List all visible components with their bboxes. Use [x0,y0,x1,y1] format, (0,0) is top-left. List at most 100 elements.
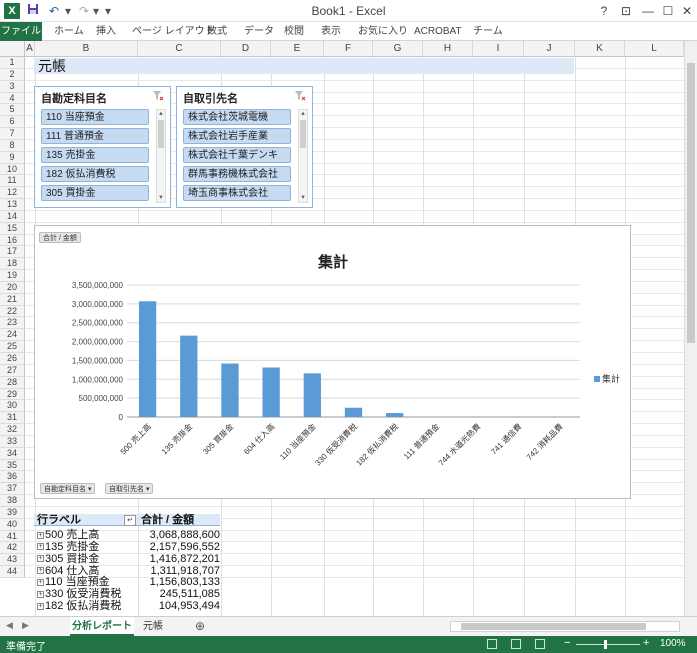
row-header[interactable]: 43 [0,554,25,567]
redo-icon[interactable]: ↷ [76,3,92,19]
row-header[interactable]: 44 [0,566,25,578]
scroll-thumb[interactable] [158,120,164,148]
row-header[interactable]: 11 [0,175,25,188]
ribbon-display-options-icon[interactable]: ⊡ [616,2,636,20]
prev-sheet-icon[interactable]: ◀ [6,620,13,631]
filter-field-button-account[interactable]: 自勘定科目名 ▾ [40,483,96,494]
row-header[interactable]: 34 [0,447,25,460]
scroll-up-icon[interactable]: ▲ [299,110,307,118]
pivot-row-label[interactable]: +110 当座預金 [37,576,110,588]
row-header[interactable]: 7 [0,128,25,140]
row-header[interactable]: 13 [0,199,25,211]
row-header[interactable]: 42 [0,542,25,555]
column-header[interactable]: A [25,41,35,57]
row-header[interactable]: 38 [0,495,25,507]
row-header[interactable]: 15 [0,222,25,235]
worksheet-grid[interactable]: A B C D E F G H I J K L 1 2 3 4 5 6 7 8 9 10 11 12 1… [0,41,684,616]
tab-acrobat[interactable]: ACROBAT [414,22,462,41]
row-header[interactable]: 39 [0,506,25,519]
slicer-item[interactable]: 株式会社茨城電機 [183,109,291,125]
vertical-scroll-thumb[interactable] [687,63,695,343]
expand-icon[interactable]: + [37,602,44,610]
slicer-item[interactable]: 株式会社岩手産業 [183,128,291,144]
slicer-item[interactable]: 埼玉商事株式会社 [183,185,291,201]
zoom-out-button[interactable]: − [564,637,570,649]
row-header[interactable]: 25 [0,341,25,353]
row-header[interactable]: 37 [0,483,25,496]
sheet-tab-analysis[interactable]: 分析レポート [70,617,134,636]
horizontal-scroll-thumb[interactable] [461,623,646,630]
pivot-row-label[interactable]: +305 買掛金 [37,553,99,565]
pivot-row-label[interactable]: +182 仮払消費税 [37,600,121,612]
row-header[interactable]: 30 [0,400,25,413]
slicer-item[interactable]: 305 買掛金 [41,185,149,201]
column-header[interactable]: L [625,41,684,57]
row-header[interactable]: 16 [0,234,25,247]
row-header[interactable]: 5 [0,104,25,117]
row-header[interactable]: 40 [0,518,25,531]
horizontal-scrollbar[interactable] [450,621,680,632]
row-header[interactable]: 36 [0,471,25,484]
minimize-icon[interactable]: — [638,2,658,20]
filter-field-button-partner[interactable]: 自取引先名 ▾ [105,483,154,494]
zoom-in-button[interactable]: + [643,637,649,649]
row-header[interactable]: 19 [0,270,25,282]
column-header[interactable]: H [423,41,473,57]
slicer-item[interactable]: 135 売掛金 [41,147,149,163]
scroll-up-icon[interactable]: ▲ [157,110,165,118]
tab-team[interactable]: チーム [473,22,503,41]
row-header[interactable]: 9 [0,151,25,164]
row-header[interactable]: 3 [0,80,25,93]
pivot-row-label[interactable]: +500 売上高 [37,529,99,541]
slicer-item[interactable]: 群馬事務機株式会社 [183,166,291,182]
row-header[interactable]: 14 [0,210,25,223]
tab-view[interactable]: 表示 [321,22,341,41]
row-header[interactable]: 10 [0,163,25,176]
row-header[interactable]: 8 [0,139,25,152]
pivot-row-label[interactable]: +330 仮受消費税 [37,588,121,600]
tab-data[interactable]: データ [244,22,274,41]
row-header[interactable]: 33 [0,435,25,448]
row-header[interactable]: 24 [0,329,25,342]
page-break-view-icon[interactable] [535,639,545,649]
column-header[interactable]: B [35,41,138,57]
zoom-slider-knob[interactable] [604,640,607,649]
column-header[interactable]: C [138,41,221,57]
row-header[interactable]: 12 [0,187,25,200]
pivot-row-label[interactable]: +135 売掛金 [37,541,99,553]
select-all-corner[interactable] [0,41,25,57]
tab-page-layout[interactable]: ページ レイアウト [132,22,215,41]
tab-favorites[interactable]: お気に入り [358,22,408,41]
slicer-item[interactable]: 111 普通預金 [41,128,149,144]
page-layout-view-icon[interactable] [511,639,521,649]
expand-icon[interactable]: + [37,578,44,586]
slicer-item[interactable]: 182 仮払消費税 [41,166,149,182]
column-header[interactable]: D [221,41,271,57]
slicer-account[interactable]: 自勘定科目名 110 当座預金 111 普通預金 135 売掛金 182 仮払消… [34,86,171,208]
column-header[interactable]: E [271,41,324,57]
row-header[interactable]: 35 [0,459,25,472]
row-header[interactable]: 31 [0,412,25,425]
expand-icon[interactable]: + [37,531,44,539]
row-header[interactable]: 28 [0,376,25,389]
pivot-chart[interactable]: 合計 / 金額 集計 0 500,000,000 1,000,000,000 1,500… [34,225,631,499]
save-icon[interactable] [26,3,40,19]
undo-icon[interactable]: ↶ [46,3,62,19]
redo-dropdown-icon[interactable]: ▾ [92,3,100,19]
clear-filter-icon[interactable] [294,90,306,105]
expand-icon[interactable]: + [37,543,44,551]
undo-dropdown-icon[interactable]: ▾ [64,3,72,19]
row-header[interactable]: 23 [0,317,25,330]
row-header[interactable]: 21 [0,293,25,306]
slicer-item[interactable]: 110 当座預金 [41,109,149,125]
sheet-tab-ledger[interactable]: 元帳 [136,617,170,636]
row-header[interactable]: 29 [0,388,25,401]
normal-view-icon[interactable] [487,639,497,649]
zoom-level[interactable]: 100% [660,638,686,649]
tab-insert[interactable]: 挿入 [96,22,116,41]
column-header[interactable]: G [373,41,423,57]
tab-home[interactable]: ホーム [54,22,84,41]
row-filter-button[interactable]: ↵ [124,515,136,526]
slicer-scrollbar[interactable]: ▲ ▼ [156,109,166,203]
slicer-scrollbar[interactable]: ▲ ▼ [298,109,308,203]
